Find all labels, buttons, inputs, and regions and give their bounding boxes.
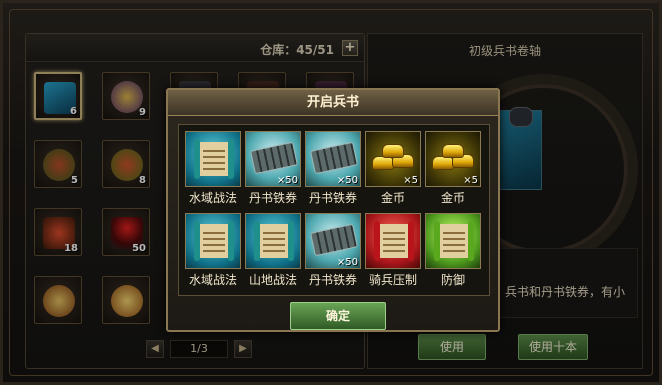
reward-name: 金币 bbox=[440, 191, 465, 205]
cavalry-suppression-scroll-icon bbox=[365, 213, 421, 269]
reward-item[interactable]: ×50 丹书铁券 bbox=[305, 213, 361, 287]
mountain-tactic-scroll-icon bbox=[245, 213, 301, 269]
reward-item[interactable]: ×50 丹书铁券 bbox=[245, 131, 301, 205]
reward-item[interactable]: 山地战法 bbox=[245, 213, 301, 287]
reward-multiplier: ×50 bbox=[336, 257, 358, 268]
reward-item[interactable]: 骑兵压制 bbox=[365, 213, 421, 287]
open-book-dialog: 开启兵书 水域战法 ×50 丹书铁券 ×50 丹书铁券 ×5 金币 ×5 金币 … bbox=[166, 88, 500, 332]
reward-item[interactable]: 水域战法 bbox=[185, 213, 241, 287]
reward-multiplier: ×50 bbox=[276, 175, 298, 186]
reward-multiplier: ×5 bbox=[403, 175, 418, 186]
reward-item[interactable]: ×5 金币 bbox=[425, 131, 481, 205]
gold-ingot-icon: ×5 bbox=[365, 131, 421, 187]
reward-item[interactable]: ×5 金币 bbox=[365, 131, 421, 205]
water-tactic-scroll-icon bbox=[185, 131, 241, 187]
reward-item[interactable]: ×50 丹书铁券 bbox=[305, 131, 361, 205]
reward-name: 丹书铁券 bbox=[308, 191, 357, 205]
iron-pass-icon: ×50 bbox=[305, 131, 361, 187]
defense-scroll-icon bbox=[425, 213, 481, 269]
reward-name: 水域战法 bbox=[188, 191, 237, 205]
reward-name: 水域战法 bbox=[188, 273, 237, 287]
reward-name: 骑兵压制 bbox=[368, 273, 417, 287]
reward-name: 山地战法 bbox=[248, 273, 297, 287]
reward-name: 金币 bbox=[380, 191, 405, 205]
reward-name: 丹书铁券 bbox=[248, 191, 297, 205]
iron-pass-icon: ×50 bbox=[305, 213, 361, 269]
reward-multiplier: ×50 bbox=[336, 175, 358, 186]
water-tactic-scroll-icon bbox=[185, 213, 241, 269]
confirm-button[interactable]: 确定 bbox=[290, 302, 386, 330]
reward-name: 防御 bbox=[440, 273, 465, 287]
dialog-title: 开启兵书 bbox=[168, 90, 498, 116]
reward-item[interactable]: 水域战法 bbox=[185, 131, 241, 205]
iron-pass-icon: ×50 bbox=[245, 131, 301, 187]
gold-ingot-icon: ×5 bbox=[425, 131, 481, 187]
reward-multiplier: ×5 bbox=[463, 175, 478, 186]
reward-item[interactable]: 防御 bbox=[425, 213, 481, 287]
reward-name: 丹书铁券 bbox=[308, 273, 357, 287]
reward-grid: 水域战法 ×50 丹书铁券 ×50 丹书铁券 ×5 金币 ×5 金币 水域战法 … bbox=[178, 124, 490, 296]
